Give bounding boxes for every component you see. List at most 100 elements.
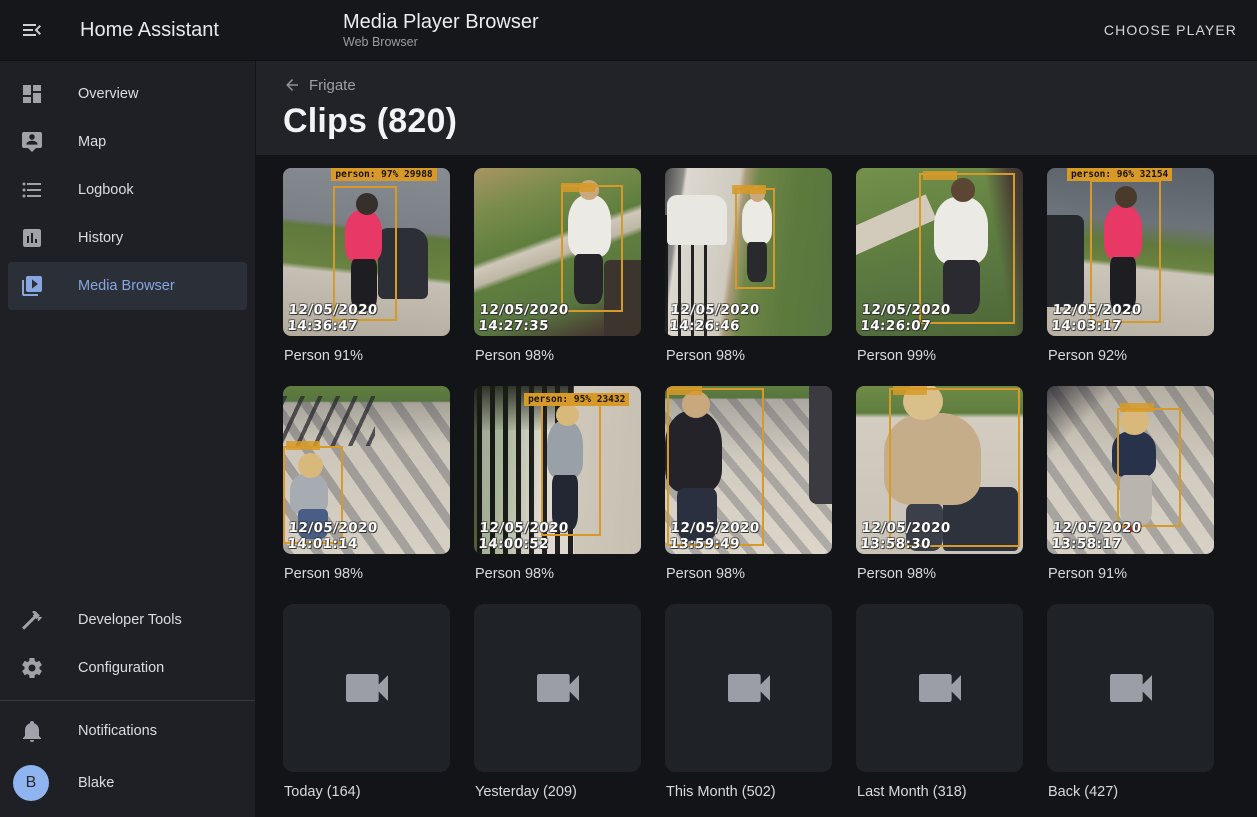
home-assistant-app: Home Assistant Media Player Browser Web … [0, 0, 1257, 817]
clip-card[interactable]: person: 95% 23432 12/05/2020 14:00:52 Pe… [474, 386, 641, 582]
gear-icon [20, 656, 44, 680]
sidebar-bottom: Developer Tools Configuration Notificati… [0, 596, 255, 817]
media-browser-main: Frigate Clips (820) person: 97% 29988 12… [256, 60, 1257, 817]
section-title: Clips (820) [283, 102, 1233, 141]
clip-timestamp: 12/05/2020 14:26:07 [860, 302, 1023, 334]
sidebar-item-label: Developer Tools [78, 612, 182, 628]
clip-card[interactable]: 12/05/2020 13:58:17 Person 91% [1047, 386, 1214, 582]
clip-title: Person 98% [474, 348, 641, 364]
detection-bounding-box [735, 188, 775, 289]
clip-card[interactable]: 12/05/2020 14:26:07 Person 99% [856, 168, 1023, 364]
clip-card[interactable]: 12/05/2020 14:01:14 Person 98% [283, 386, 450, 582]
video-camera-icon [339, 660, 395, 716]
detection-bounding-box [333, 186, 396, 320]
clip-card[interactable]: 12/05/2020 14:27:35 Person 98% [474, 168, 641, 364]
detection-tag: person: 97% 29988 [331, 168, 436, 181]
sidebar-item-developer-tools[interactable]: Developer Tools [8, 596, 247, 644]
detection-bounding-box [1117, 408, 1180, 527]
detection-tag [668, 386, 702, 395]
clip-card[interactable]: person: 97% 29988 12/05/2020 14:36:47 Pe… [283, 168, 450, 364]
folder-card-back[interactable]: Back (427) [1047, 604, 1214, 800]
folder-card-this-month[interactable]: This Month (502) [665, 604, 832, 800]
detection-bounding-box [541, 401, 601, 535]
clip-thumbnail: 12/05/2020 14:01:14 [283, 386, 450, 554]
media-browser-content: person: 97% 29988 12/05/2020 14:36:47 Pe… [256, 155, 1257, 817]
breadcrumb-back[interactable]: Frigate [283, 76, 356, 94]
clip-card[interactable]: 12/05/2020 13:59:49 Person 98% [665, 386, 832, 582]
clip-title: Person 98% [856, 566, 1023, 582]
scene-shape [283, 396, 375, 446]
clip-title: Person 99% [856, 348, 1023, 364]
top-app-bar: Home Assistant Media Player Browser Web … [0, 0, 1257, 60]
clip-thumbnail: 12/05/2020 14:27:35 [474, 168, 641, 336]
folder-card-today[interactable]: Today (164) [283, 604, 450, 800]
folder-title: Today (164) [283, 784, 450, 800]
sidebar-item-map[interactable]: Map [8, 118, 247, 166]
scene-shape [809, 386, 832, 504]
media-grid: person: 97% 29988 12/05/2020 14:36:47 Pe… [283, 168, 1233, 800]
clip-thumbnail: 12/05/2020 13:59:49 [665, 386, 832, 554]
folder-title: Back (427) [1047, 784, 1214, 800]
clip-timestamp: 12/05/2020 14:27:35 [478, 302, 641, 334]
sidebar-item-media-browser[interactable]: Media Browser [8, 262, 247, 310]
clip-timestamp: 12/05/2020 13:58:30 [860, 520, 1023, 552]
clip-title: Person 91% [283, 348, 450, 364]
detection-tag [923, 171, 957, 180]
clip-title: Person 98% [665, 566, 832, 582]
detection-tag [561, 183, 595, 192]
folder-tile [1047, 604, 1214, 772]
clip-title: Person 98% [474, 566, 641, 582]
view-dashboard-icon [20, 82, 44, 106]
map-account-icon [20, 130, 44, 154]
folder-title: Last Month (318) [856, 784, 1023, 800]
scene-shape [1047, 215, 1084, 307]
clip-timestamp: 12/05/2020 14:36:47 [287, 302, 450, 334]
clip-thumbnail: 12/05/2020 14:26:07 [856, 168, 1023, 336]
clip-card[interactable]: person: 96% 32154 12/05/2020 14:03:17 Pe… [1047, 168, 1214, 364]
clip-card[interactable]: 12/05/2020 13:58:30 Person 98% [856, 386, 1023, 582]
sidebar-item-configuration[interactable]: Configuration [8, 644, 247, 692]
sidebar-divider [0, 700, 255, 701]
clip-timestamp: 12/05/2020 13:59:49 [669, 520, 832, 552]
choose-player-button[interactable]: CHOOSE PLAYER [1104, 22, 1237, 38]
clip-thumbnail: person: 97% 29988 12/05/2020 14:36:47 [283, 168, 450, 336]
detection-tag: person: 95% 23432 [524, 393, 629, 406]
sidebar-item-notifications[interactable]: Notifications [8, 707, 247, 755]
folder-card-yesterday[interactable]: Yesterday (209) [474, 604, 641, 800]
clip-thumbnail: person: 96% 32154 12/05/2020 14:03:17 [1047, 168, 1214, 336]
page-title-block: Media Player Browser Web Browser [343, 10, 539, 50]
folder-card-last-month[interactable]: Last Month (318) [856, 604, 1023, 800]
body-layout: Overview Map Logbook History Media Brows… [0, 60, 1257, 817]
sidebar-item-history[interactable]: History [8, 214, 247, 262]
user-name: Blake [78, 775, 114, 791]
sidebar-user-profile[interactable]: B Blake [8, 755, 247, 811]
sidebar-item-label: Configuration [78, 660, 164, 676]
video-camera-icon [912, 660, 968, 716]
clip-title: Person 98% [665, 348, 832, 364]
sidebar-item-label: Map [78, 134, 106, 150]
clip-timestamp: 12/05/2020 13:58:17 [1051, 520, 1214, 552]
folder-tile [856, 604, 1023, 772]
video-camera-icon [1103, 660, 1159, 716]
detection-tag: person: 96% 32154 [1067, 168, 1172, 181]
clip-thumbnail: person: 95% 23432 12/05/2020 14:00:52 [474, 386, 641, 554]
arrow-left-icon [283, 76, 301, 94]
chart-box-icon [20, 226, 44, 250]
page-subtitle: Web Browser [343, 34, 539, 50]
breadcrumb-label: Frigate [309, 77, 356, 94]
sidebar-footer-nav: Developer Tools Configuration [0, 596, 255, 692]
detection-bounding-box [561, 185, 623, 313]
notifications-label: Notifications [78, 723, 157, 739]
folder-title: This Month (502) [665, 784, 832, 800]
sidebar-item-overview[interactable]: Overview [8, 70, 247, 118]
clip-card[interactable]: 12/05/2020 14:26:46 Person 98% [665, 168, 832, 364]
detection-tag [732, 185, 766, 194]
sidebar-toggle-menu-icon[interactable] [20, 18, 44, 42]
clip-thumbnail: 12/05/2020 13:58:30 [856, 386, 1023, 554]
list-bulleted-icon [20, 178, 44, 202]
sidebar-item-logbook[interactable]: Logbook [8, 166, 247, 214]
sidebar-item-label: Overview [78, 86, 138, 102]
detection-tag [893, 386, 927, 395]
sidebar-item-label: Logbook [78, 182, 134, 198]
sidebar-item-label: Media Browser [78, 278, 175, 294]
